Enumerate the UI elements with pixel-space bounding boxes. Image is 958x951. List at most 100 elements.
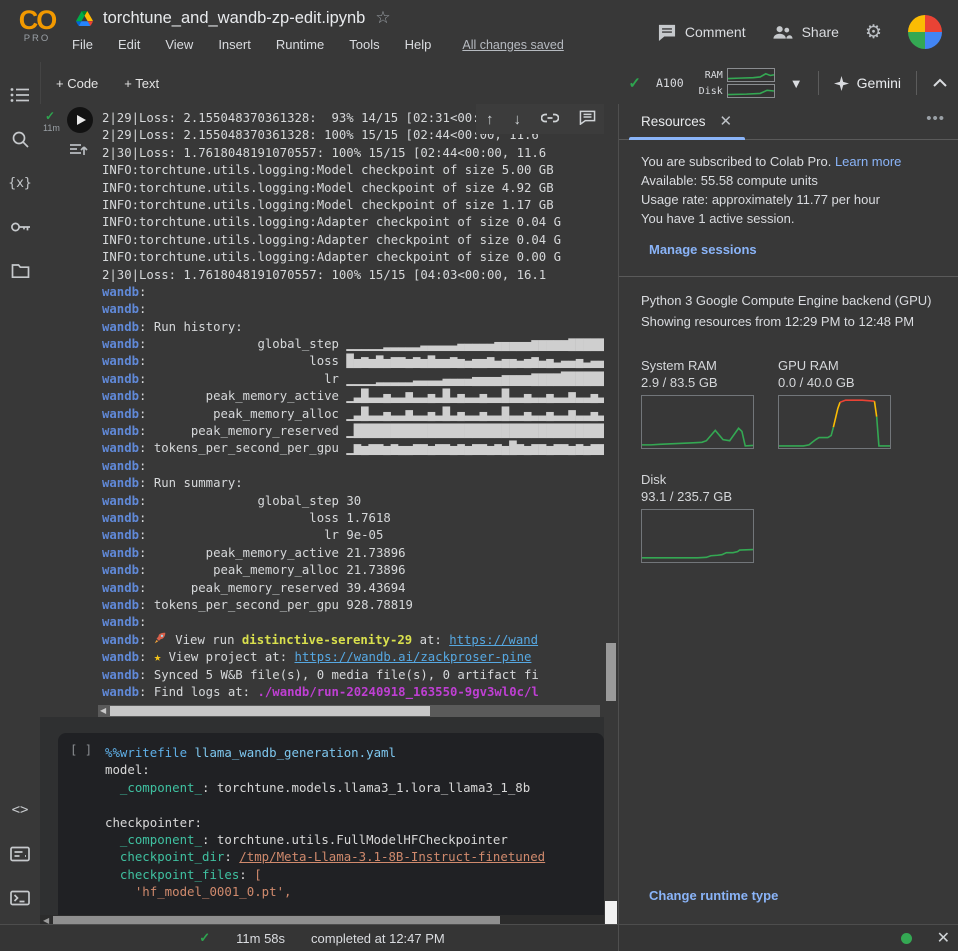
output-line: wandb: global_step 30 [102,493,604,510]
terminal-icon[interactable] [9,887,31,909]
code-lines[interactable]: %%writefile llama_wandb_generation.yamlm… [105,743,604,900]
code-line: checkpointer: [105,813,604,830]
cell-output[interactable]: 2|29|Loss: 2.155048370361328: 93% 14/15 … [102,110,604,707]
output-scroll-icon[interactable] [68,140,90,162]
tab-resources[interactable]: Resources ✕ [641,112,732,130]
panel-tab-bar: Resources ✕ ••• [619,104,958,140]
output-line: 2|30|Loss: 1.7618048191070557: 100% 15/1… [102,145,604,162]
rocket-icon [154,632,168,649]
manage-sessions-link[interactable]: Manage sessions [649,240,757,259]
menu-edit[interactable]: Edit [118,37,140,52]
output-line: wandb: Find logs at: ./wandb/run-2024091… [102,684,604,701]
menu-runtime[interactable]: Runtime [276,37,324,52]
output-line: wandb: tokens_per_second_per_gpu 928.788… [102,597,604,614]
command-palette-icon[interactable] [9,843,31,865]
menu-bar: File Edit View Insert Runtime Tools Help… [72,37,564,52]
panel-overflow-menu-icon[interactable]: ••• [926,110,945,127]
copy-link-to-cell-icon[interactable] [541,111,559,128]
changes-saved-status[interactable]: All changes saved [462,38,563,52]
comment-icon [658,24,676,41]
output-line: wandb: Synced 5 W&B file(s), 0 media fil… [102,667,604,684]
secrets-key-icon[interactable] [9,216,31,238]
resources-panel: Resources ✕ ••• You are subscribed to Co… [618,104,958,925]
code-snippets-icon[interactable]: <> [9,799,31,821]
variables-icon[interactable]: {x} [9,172,31,194]
move-cell-up-icon[interactable]: ↑ [486,111,494,128]
execution-duration: 11m 58s [236,931,285,946]
resource-charts: System RAM 2.9 / 83.5 GB GPU RAM 0.0 / 4… [641,357,943,563]
code-line: checkpoint_dir: /tmp/Meta-Llama-3.1-8B-I… [105,847,604,864]
output-line: INFO:torchtune.utils.logging:Adapter che… [102,249,604,266]
drive-icon [76,11,93,26]
output-line: wandb: lr 9e-05 [102,527,604,544]
files-folder-icon[interactable] [9,260,31,282]
gpu-ram-sparkline [778,395,891,449]
output-hscroll-thumb[interactable] [110,706,430,716]
menu-file[interactable]: File [72,37,93,52]
close-panel-icon[interactable]: ✕ [937,928,950,948]
resources-dropdown-caret[interactable]: ▼ [790,76,803,91]
search-icon[interactable] [9,128,31,150]
menu-view[interactable]: View [165,37,193,52]
code-cell-editor[interactable]: [ ] %%writefile llama_wandb_generation.y… [58,733,604,919]
close-tab-icon[interactable]: ✕ [720,112,733,130]
panel-status-bar: ✕ [618,925,958,951]
add-code-button[interactable]: + Code [56,76,98,91]
menu-insert[interactable]: Insert [218,37,251,52]
system-ram-sparkline [641,395,754,449]
output-line: INFO:torchtune.utils.logging:Model check… [102,162,604,179]
code-line: checkpoint_files: [ [105,865,604,882]
active-tab-underline [629,137,745,140]
colab-logo[interactable]: CO PRO [13,6,61,44]
ram-mini-chart [727,68,775,82]
star-icon[interactable]: ☆ [375,8,390,28]
run-cell-button[interactable] [67,107,93,133]
status-bar: ✓ 11m 58s completed at 12:47 PM ✕ [0,924,958,951]
learn-more-link[interactable]: Learn more [835,154,901,169]
play-icon [77,115,86,125]
code-line: %%writefile llama_wandb_generation.yaml [105,743,604,760]
notebook-vertical-scrollbar[interactable] [604,104,618,925]
execution-success-check-icon: ✓ [199,930,210,946]
usage-rate-line: Usage rate: approximately 11.77 per hour [641,190,943,209]
menu-tools[interactable]: Tools [349,37,379,52]
accelerator-label: A100 [656,76,684,90]
settings-gear-icon[interactable]: ⚙ [865,21,882,44]
scroll-left-arrow-icon[interactable]: ◀ [100,706,106,715]
output-horizontal-scrollbar[interactable]: ◀ [98,705,600,717]
subscription-line: You are subscribed to Colab Pro. Learn m… [641,152,943,171]
add-text-button[interactable]: + Text [124,76,159,91]
user-avatar[interactable] [908,15,942,49]
gemini-button[interactable]: Gemini [834,75,901,91]
menu-help[interactable]: Help [405,37,432,52]
output-line: INFO:torchtune.utils.logging:Model check… [102,197,604,214]
change-runtime-type-link[interactable]: Change runtime type [649,888,778,903]
share-button[interactable]: Share [772,24,839,40]
output-line: wandb: peak_memory_active ▁▃█▃▃▅▃▃▆▃▃▅▃█… [102,388,604,405]
disk-mini-chart [727,84,775,98]
output-line: INFO:torchtune.utils.logging:Adapter che… [102,214,604,231]
share-people-icon [772,24,793,40]
table-of-contents-icon[interactable] [9,84,31,106]
comment-button[interactable]: Comment [658,24,746,41]
code-line: _component_: torchtune.utils.FullModelHF… [105,830,604,847]
collapse-toolbar-chevron-icon[interactable] [932,77,948,89]
notebook-title[interactable]: torchtune_and_wandb-zp-edit.ipynb [103,9,365,28]
move-cell-down-icon[interactable]: ↓ [514,111,522,128]
connection-status-dot [901,933,912,944]
output-line: wandb: loss █▅▆▅▇▅▆▆▅▆▅▇▅▅▆▅▄▅▅▆▄▅▅▄▅▆▄▅… [102,353,604,370]
output-vscroll-thumb[interactable] [606,643,616,701]
add-comment-icon[interactable] [579,110,596,129]
system-ram-chart: System RAM 2.9 / 83.5 GB [641,357,778,449]
runtime-connected-check-icon: ✓ [628,74,641,92]
notebook-vscroll-thumb[interactable] [605,901,617,925]
cell-executed-check-icon: ✓ [45,109,55,123]
left-sidebar: {x} <> [0,62,41,925]
ram-disk-widget[interactable]: RAM Disk [699,68,775,98]
cell-execution-time: 11m [43,123,60,133]
colab-logo-text: CO [13,6,61,34]
cell-gap: [ ] %%writefile llama_wandb_generation.y… [40,717,604,925]
output-line: wandb: [102,284,604,301]
output-line: wandb: Run summary: [102,475,604,492]
app-header: CO PRO torchtune_and_wandb-zp-edit.ipynb… [0,0,958,63]
